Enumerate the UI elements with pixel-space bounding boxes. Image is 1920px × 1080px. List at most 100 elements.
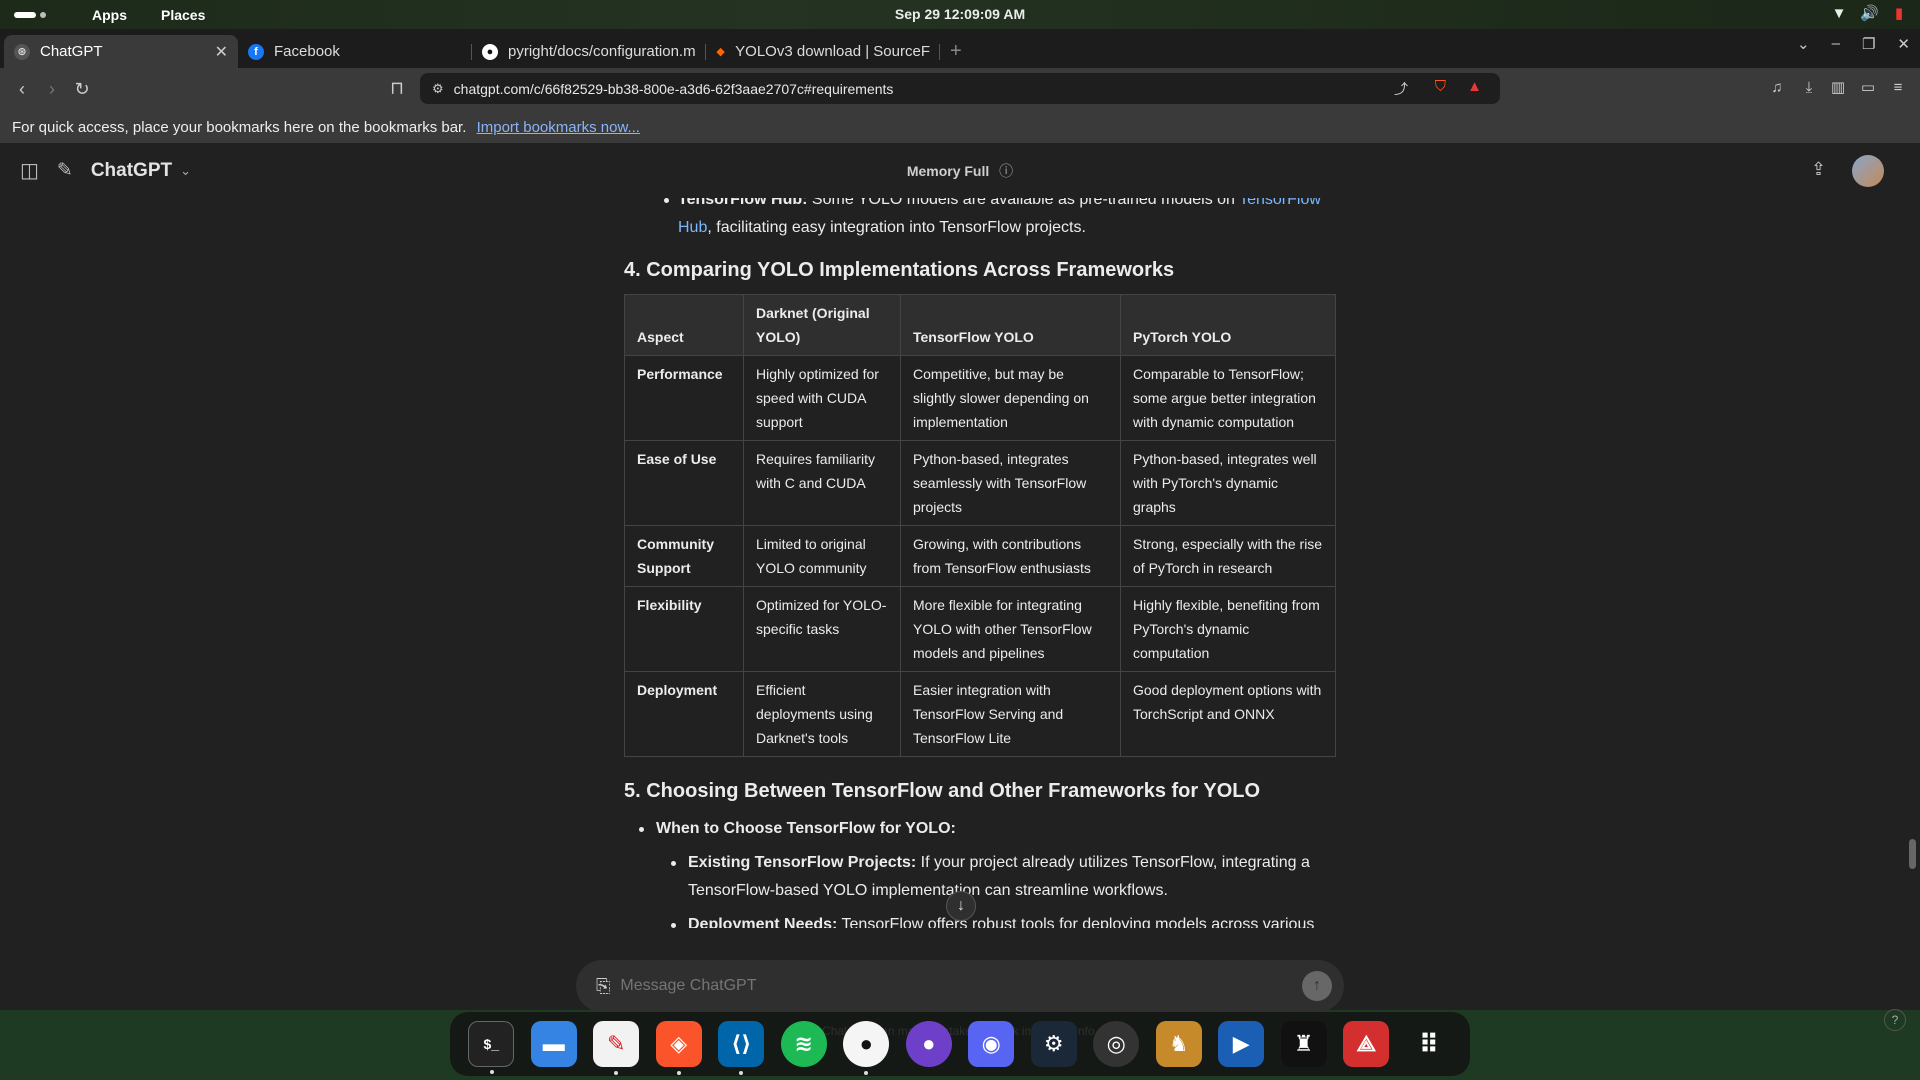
table-header: Darknet (Original YOLO) [743, 294, 901, 356]
media-icon[interactable]: ♫ [1762, 73, 1792, 103]
table-header: PyTorch YOLO [1120, 294, 1336, 356]
chat-response: TensorFlow Hub: Some YOLO models are ava… [624, 198, 1336, 928]
tab-title: pyright/docs/configuration.m [508, 43, 696, 60]
table-cell: Competitive, but may be slightly slower … [900, 355, 1121, 441]
send-icon[interactable]: ↑ [1302, 971, 1332, 1001]
window-controls: ⌄ – ❐ ✕ [1797, 35, 1910, 53]
avatar[interactable] [1852, 155, 1884, 187]
brave-shields-icon[interactable]: ⛉ [1435, 78, 1446, 95]
close-icon[interactable]: ✕ [215, 42, 228, 62]
github-desktop-icon[interactable]: ● [905, 1021, 952, 1067]
tab-facebook[interactable]: f Facebook [238, 35, 472, 68]
share-icon[interactable]: ⤴ [1394, 79, 1408, 99]
battery-icon[interactable]: ▮ [1890, 5, 1908, 23]
steam-icon[interactable]: ⚙ [1030, 1021, 1077, 1067]
files-icon[interactable]: ▬ [530, 1021, 577, 1067]
forward-icon[interactable]: › [37, 74, 67, 104]
table-cell: Strong, especially with the rise of PyTo… [1120, 525, 1336, 587]
deploy-label: Deployment Needs: [688, 916, 838, 928]
reload-icon[interactable]: ↻ [67, 74, 97, 104]
app-grid-icon[interactable]: ⠿ [1406, 1021, 1452, 1067]
discord-icon[interactable]: ◉ [968, 1021, 1015, 1067]
tab-title: ChatGPT [40, 43, 103, 60]
address-bar[interactable]: ⚙ chatgpt.com/c/66f82529-bb38-800e-a3d6-… [420, 73, 1500, 104]
bookmarks-hint: For quick access, place your bookmarks h… [12, 119, 467, 136]
terminal-icon[interactable]: $_ [468, 1021, 515, 1074]
sidebar-icon[interactable]: ▥ [1823, 73, 1853, 103]
table-cell: Growing, with contributions from TensorF… [900, 525, 1121, 587]
existing-label: Existing TensorFlow Projects: [688, 854, 917, 871]
downloads-icon[interactable]: ⤓ [1794, 73, 1824, 103]
volume-icon[interactable]: 🔊 [1860, 5, 1879, 23]
tab-bar: ⊛ ChatGPT ✕ f Facebook ● pyright/docs/co… [0, 29, 1920, 68]
list-item: Deployment Needs: TensorFlow offers robu… [664, 911, 1336, 928]
url-text[interactable]: chatgpt.com/c/66f82529-bb38-800e-a3d6-62… [454, 81, 894, 97]
table-cell: Performance [624, 355, 744, 441]
pdf-reader-icon[interactable]: ⟁ [1343, 1021, 1390, 1067]
import-bookmarks-link[interactable]: Import bookmarks now... [477, 119, 640, 136]
vscode-icon[interactable]: ⟨⟩ [718, 1021, 765, 1075]
tab-chatgpt[interactable]: ⊛ ChatGPT ✕ [4, 35, 238, 68]
scrollbar[interactable] [1909, 839, 1916, 869]
table-row: Deployment Efficient deployments using D… [624, 671, 1336, 757]
list-item: TensorFlow Hub: Some YOLO models are ava… [624, 198, 1336, 242]
tab-yolov3[interactable]: ◆ YOLOv3 download | SourceF [706, 35, 940, 68]
table-cell: Efficient deployments using Darknet's to… [743, 671, 901, 757]
memory-status[interactable]: Memory Full ⓘ [0, 161, 1920, 181]
github-icon[interactable]: ● [843, 1021, 890, 1075]
close-window-icon[interactable]: ✕ [1897, 35, 1910, 53]
chatgpt-app: ◫ ✎ ChatGPT ⌄ Memory Full ⓘ ⇪ TensorFlow… [0, 143, 1920, 1038]
section-heading-4: 4. Comparing YOLO Implementations Across… [624, 259, 1175, 281]
table-cell: Ease of Use [624, 440, 744, 526]
inkscape-icon[interactable]: ♜ [1280, 1021, 1327, 1067]
info-icon[interactable]: ⓘ [999, 163, 1013, 179]
restore-icon[interactable]: ❐ [1862, 35, 1875, 53]
table-cell: More flexible for integrating YOLO with … [900, 586, 1121, 672]
wifi-icon[interactable]: ▼ [1830, 5, 1848, 23]
scroll-down-icon[interactable]: ↓ [946, 891, 976, 921]
back-icon[interactable]: ‹ [7, 74, 37, 104]
tfhub-text: Some YOLO models are available as pre-tr… [807, 198, 1240, 208]
memory-label: Memory Full [906, 163, 990, 179]
table-cell: Good deployment options with TorchScript… [1120, 671, 1336, 757]
table-row: Flexibility Optimized for YOLO-specific … [624, 586, 1336, 672]
tab-list-icon[interactable]: ⌄ [1797, 35, 1810, 53]
message-input[interactable] [620, 977, 1261, 995]
game-icon[interactable]: ♞ [1155, 1021, 1202, 1067]
table-cell: Requires familiarity with C and CUDA [743, 440, 901, 526]
table-cell: Easier integration with TensorFlow Servi… [900, 671, 1121, 757]
activities-indicator[interactable] [14, 10, 58, 20]
table-cell: Python-based, integrates seamlessly with… [900, 440, 1121, 526]
table-cell: Community Support [624, 525, 744, 587]
spotify-icon[interactable]: ≋ [780, 1021, 827, 1067]
text-editor-icon[interactable]: ✎ [593, 1021, 640, 1075]
table-header: TensorFlow YOLO [900, 294, 1121, 356]
bookmark-icon[interactable]: ⊓ [382, 73, 412, 103]
table-cell: Limited to original YOLO community [743, 525, 901, 587]
minimize-icon[interactable]: – [1832, 35, 1840, 53]
places-menu[interactable]: Places [161, 7, 205, 23]
new-tab-button[interactable]: + [950, 35, 962, 68]
table-cell: Comparable to TensorFlow; some argue bet… [1120, 355, 1336, 441]
tfhub-link-1[interactable]: TensorFlow [1239, 198, 1321, 208]
wallet-icon[interactable]: ▭ [1853, 73, 1883, 103]
site-settings-icon[interactable]: ⚙ [432, 81, 444, 97]
share-chat-icon[interactable]: ⇪ [1811, 159, 1826, 180]
tab-pyright[interactable]: ● pyright/docs/configuration.m [472, 35, 706, 68]
brave-rewards-icon[interactable]: ▲ [1467, 78, 1482, 95]
github-icon: ● [482, 43, 498, 60]
table-cell: Highly flexible, benefiting from PyTorch… [1120, 586, 1336, 672]
video-editor-icon[interactable]: ▶ [1218, 1021, 1265, 1067]
brave-icon[interactable]: ◈ [655, 1021, 702, 1075]
attach-icon[interactable]: ⎘ [596, 976, 610, 997]
table-row: Performance Highly optimized for speed w… [624, 355, 1336, 441]
tfhub-link-2[interactable]: Hub [678, 219, 707, 236]
sourceforge-icon: ◆ [716, 45, 725, 58]
apps-menu[interactable]: Apps [92, 7, 127, 23]
table-cell: Flexibility [624, 586, 744, 672]
help-icon[interactable]: ? [1884, 1009, 1906, 1031]
chatgpt-icon: ⊛ [14, 43, 30, 60]
menu-icon[interactable]: ≡ [1883, 73, 1913, 103]
list-item: When to Choose TensorFlow for YOLO: [632, 815, 1336, 843]
obs-icon[interactable]: ◎ [1093, 1021, 1140, 1067]
